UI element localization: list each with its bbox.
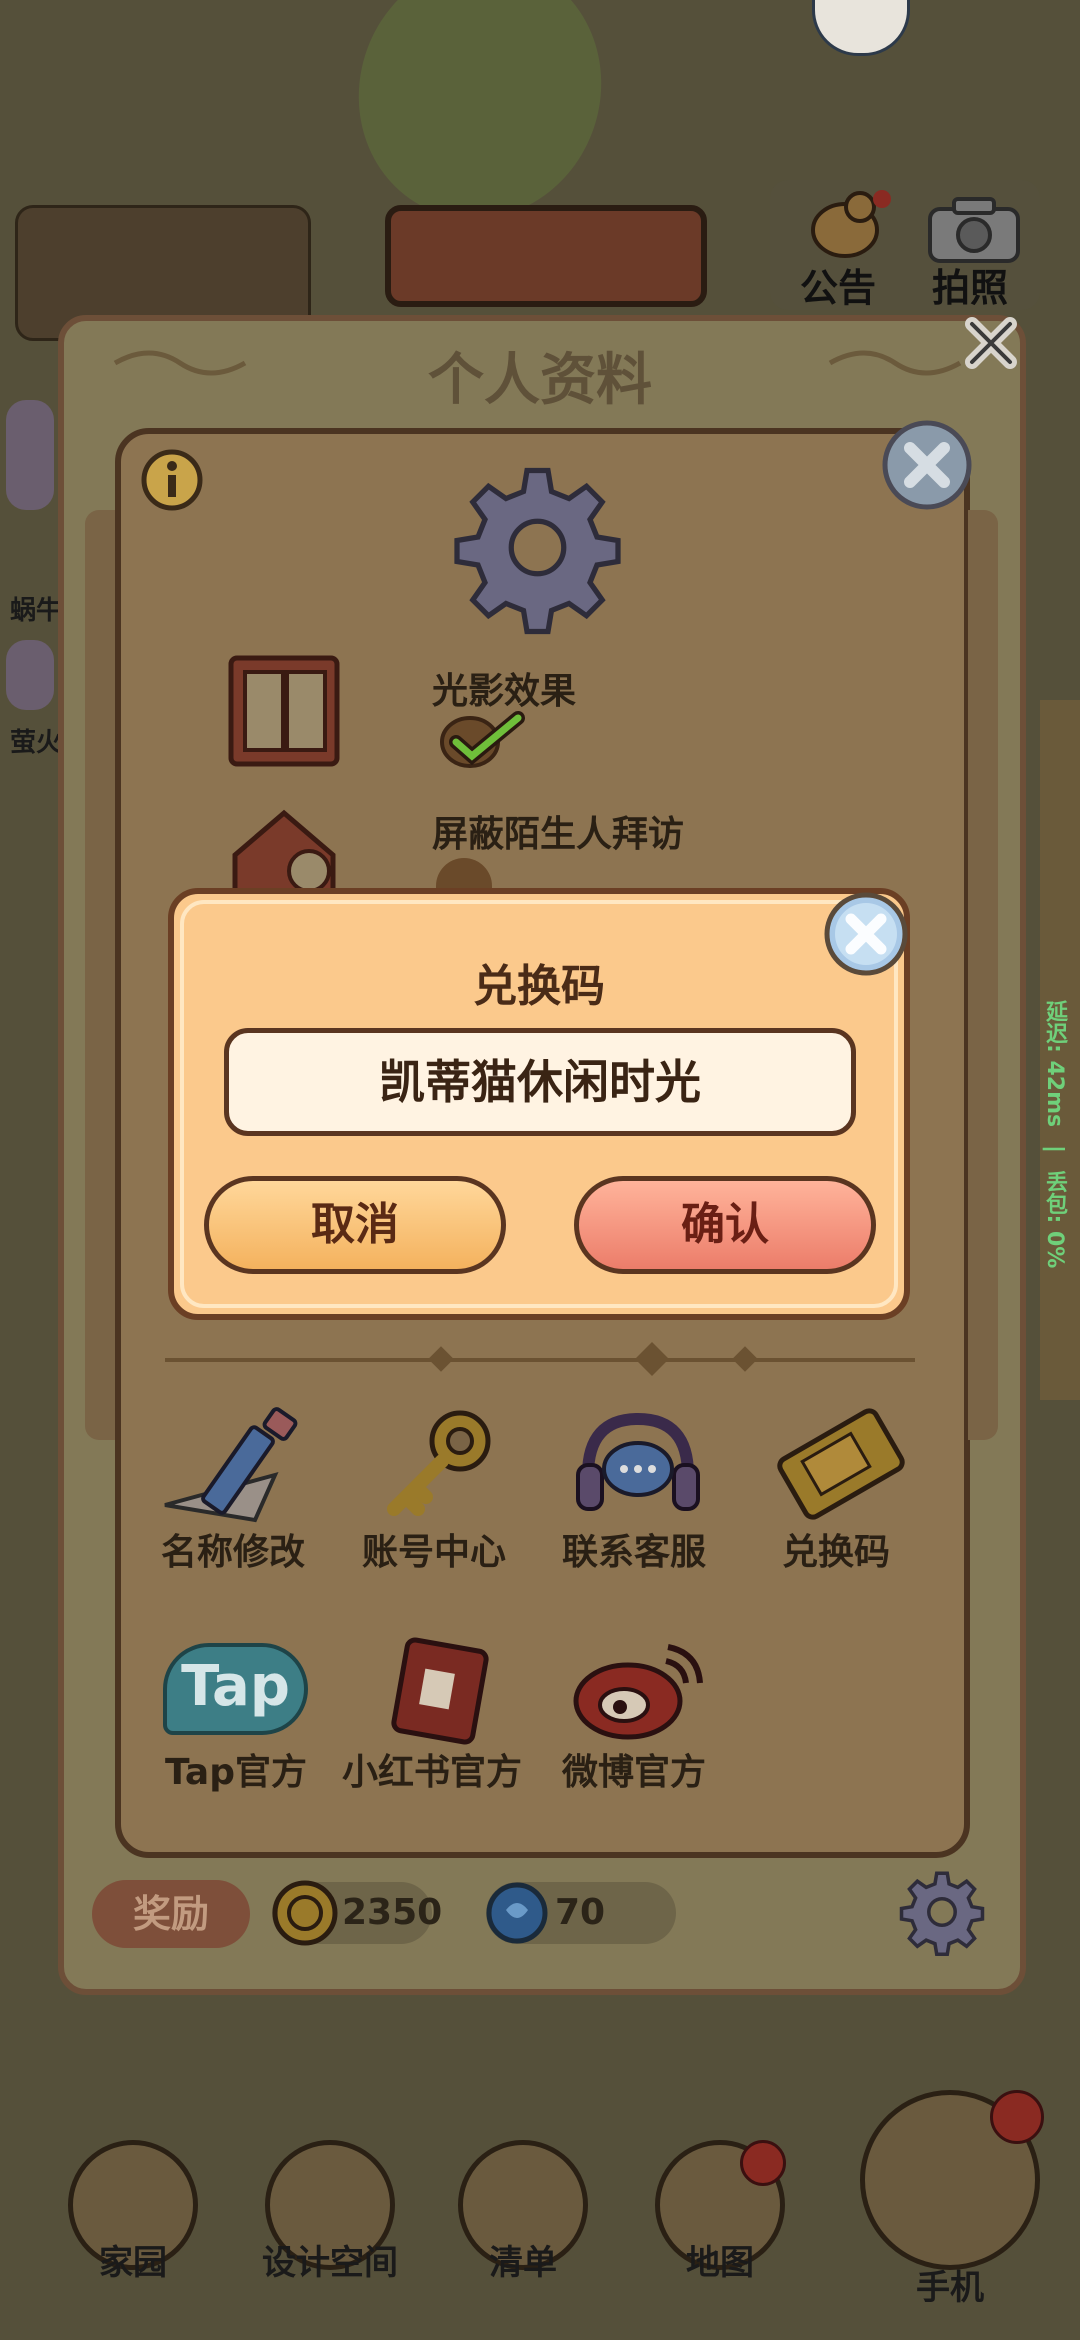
weibo-official-button[interactable]: 微博官方 xyxy=(558,1635,718,1795)
section-divider xyxy=(165,1358,915,1362)
coin-value: 2350 xyxy=(342,1892,443,1933)
notice-button[interactable]: 公告 xyxy=(790,185,900,310)
nav-list[interactable]: 清单 xyxy=(448,2140,598,2330)
reward-button[interactable]: 奖励 xyxy=(92,1880,250,1948)
tap-official-button[interactable]: Tap Tap官方 xyxy=(155,1635,315,1795)
nav-list-label: 清单 xyxy=(489,2243,557,2283)
account-center-label: 账号中心 xyxy=(362,1532,507,1573)
visitor-block-icon xyxy=(232,809,336,895)
gem-icon xyxy=(486,1882,548,1944)
confirm-button[interactable]: 确认 xyxy=(574,1176,876,1274)
network-latency-overlay: 延迟: 42ms | 丢包: 0% xyxy=(1042,1000,1067,1269)
bird-icon xyxy=(811,190,891,258)
side-label-1: 蜗牛 xyxy=(10,596,63,626)
key-icon xyxy=(387,1410,491,1516)
red-book-icon xyxy=(391,1637,489,1745)
nav-design-label: 设计空间 xyxy=(262,2243,398,2283)
redeem-dialog-title: 兑换码 xyxy=(473,961,605,1012)
side-label-2: 萤火 xyxy=(10,728,63,758)
customer-service-label: 联系客服 xyxy=(562,1532,707,1573)
pencil-icon xyxy=(164,1407,298,1523)
background-progress-bar xyxy=(385,205,707,307)
coin-icon xyxy=(272,1880,338,1946)
weibo-icon xyxy=(573,1644,703,1740)
redeem-code-button[interactable]: 兑换码 xyxy=(760,1405,920,1575)
nav-phone[interactable]: 手机 xyxy=(860,2090,1044,2330)
settings-close-icon[interactable] xyxy=(880,418,974,512)
tap-logo-icon: Tap xyxy=(163,1643,308,1735)
light-effect-icon xyxy=(228,655,340,767)
account-center-button[interactable]: 账号中心 xyxy=(358,1405,518,1575)
rename-label: 名称修改 xyxy=(161,1532,306,1573)
left-side-item-2[interactable]: 萤火 xyxy=(0,640,62,760)
profile-title: 个人资料 xyxy=(428,348,652,413)
nav-design[interactable]: 设计空间 xyxy=(255,2140,405,2330)
map-notification-dot xyxy=(740,2140,786,2186)
xiaohongshu-official-button[interactable]: 小红书官方 xyxy=(338,1635,538,1795)
redeem-code-label: 兑换码 xyxy=(782,1532,891,1573)
profile-close-icon[interactable] xyxy=(960,312,1022,374)
nav-home-label: 家园 xyxy=(99,2243,167,2283)
settings-right-rail xyxy=(968,510,998,1440)
firefly-icon xyxy=(6,640,54,710)
gear-icon xyxy=(454,467,621,635)
phone-notification-dot xyxy=(990,2090,1044,2144)
weibo-official-label: 微博官方 xyxy=(562,1752,707,1793)
latency-ping: 延迟: 42ms xyxy=(1042,1000,1067,1128)
settings-left-rail xyxy=(85,510,115,1440)
cancel-button[interactable]: 取消 xyxy=(204,1176,506,1274)
light-effect-label: 光影效果 xyxy=(432,671,577,712)
xiaohongshu-official-label: 小红书官方 xyxy=(342,1752,523,1793)
snail-icon xyxy=(6,400,54,510)
gem-value: 70 xyxy=(555,1892,606,1933)
nav-map[interactable]: 地图 xyxy=(645,2140,795,2330)
nav-phone-label: 手机 xyxy=(916,2268,984,2308)
notice-label: 公告 xyxy=(800,266,877,310)
light-effect-checkbox[interactable] xyxy=(436,710,526,770)
nav-home[interactable]: 家园 xyxy=(58,2140,208,2330)
customer-service-button[interactable]: 联系客服 xyxy=(558,1405,718,1575)
latency-loss: 丢包: 0% xyxy=(1042,1170,1067,1269)
dialog-close-icon[interactable] xyxy=(822,890,910,978)
profile-settings-gear-icon[interactable] xyxy=(898,1868,986,1956)
rename-button[interactable]: 名称修改 xyxy=(155,1405,315,1575)
nav-map-label: 地图 xyxy=(686,2243,754,2283)
headset-icon xyxy=(576,1412,700,1511)
redeem-code-input[interactable]: 凯蒂猫休闲时光 xyxy=(224,1028,856,1136)
info-icon[interactable] xyxy=(140,448,204,512)
visitor-block-label: 屏蔽陌生人拜访 xyxy=(432,814,685,855)
left-side-item[interactable]: 蜗牛 xyxy=(0,400,62,626)
ticket-icon xyxy=(777,1408,905,1520)
tap-official-label: Tap官方 xyxy=(165,1752,307,1793)
photo-button[interactable]: 拍照 xyxy=(920,185,1030,310)
photo-label: 拍照 xyxy=(932,266,1009,310)
